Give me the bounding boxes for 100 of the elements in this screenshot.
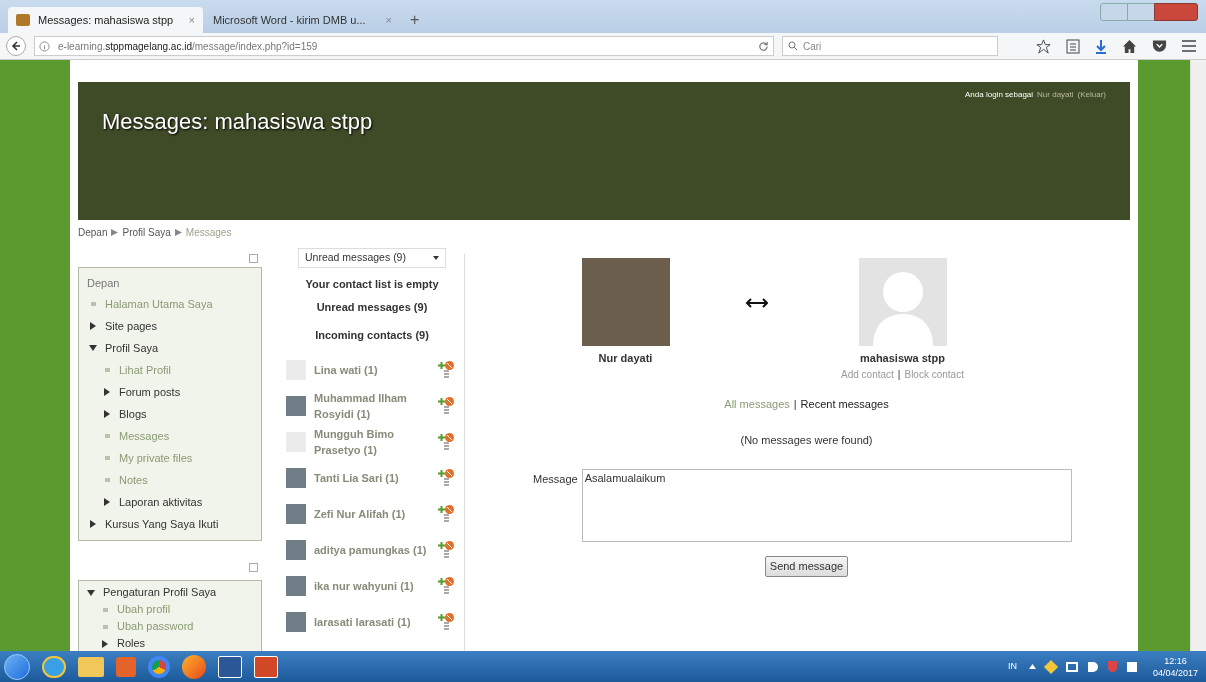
browser-tab[interactable]: Messages: mahasiswa stpp × bbox=[8, 7, 203, 33]
breadcrumb-link[interactable]: Profil Saya bbox=[122, 224, 171, 240]
nav-link[interactable]: Ubah password bbox=[117, 618, 194, 635]
nav-link[interactable]: Notes bbox=[119, 469, 148, 491]
add-icon[interactable] bbox=[438, 578, 445, 585]
browser-tab[interactable]: Microsoft Word - kirim DMB u... × bbox=[205, 7, 400, 33]
block-icon[interactable] bbox=[445, 577, 454, 586]
block-icon[interactable] bbox=[445, 397, 454, 406]
nav-link[interactable]: Lihat Profil bbox=[119, 359, 171, 381]
history-icon[interactable] bbox=[443, 370, 449, 378]
reading-list-icon[interactable] bbox=[1066, 38, 1080, 54]
contact-link[interactable]: Zefi Nur Alifah (1) bbox=[314, 505, 430, 522]
star-icon[interactable] bbox=[1036, 38, 1051, 54]
view-link[interactable]: Recent messages bbox=[800, 395, 889, 412]
start-orb-icon[interactable] bbox=[4, 653, 30, 680]
history-icon[interactable] bbox=[443, 442, 449, 450]
nav-branch[interactable]: Pengaturan Profil Saya bbox=[103, 584, 217, 601]
collapsed-triangle-icon[interactable] bbox=[103, 498, 111, 506]
add-icon[interactable] bbox=[438, 614, 445, 621]
contact-link[interactable]: Muhammad Ilham Rosyidi (1) bbox=[314, 389, 430, 422]
breadcrumb-link[interactable]: Depan bbox=[78, 224, 108, 240]
block-contact-link[interactable]: Block contact bbox=[904, 366, 964, 382]
nav-link[interactable]: My private files bbox=[119, 447, 193, 469]
view-link[interactable]: All messages bbox=[724, 395, 790, 412]
message-input[interactable]: Asalamualaikum bbox=[581, 468, 1072, 542]
collapsed-triangle-icon[interactable] bbox=[89, 520, 97, 528]
close-icon[interactable]: × bbox=[188, 11, 195, 29]
send-message-button[interactable]: Send message bbox=[764, 555, 849, 577]
nav-branch[interactable]: Kursus Yang Saya Ikuti bbox=[105, 513, 219, 535]
nav-branch[interactable]: Roles bbox=[117, 635, 146, 651]
pocket-icon[interactable] bbox=[1152, 39, 1167, 53]
collapsed-triangle-icon[interactable] bbox=[103, 388, 111, 396]
view-dropdown[interactable]: Unread messages (9) bbox=[298, 248, 446, 268]
expanded-triangle-icon[interactable] bbox=[89, 344, 97, 352]
maximize-button[interactable] bbox=[1128, 3, 1154, 21]
nav-link[interactable]: Halaman Utama Saya bbox=[105, 293, 213, 315]
add-contact-link[interactable]: Add contact bbox=[841, 366, 894, 382]
minimize-button[interactable] bbox=[1100, 3, 1128, 21]
home-icon[interactable] bbox=[1122, 38, 1137, 54]
block-icon[interactable] bbox=[445, 469, 454, 478]
nav-link[interactable]: Ubah profil bbox=[117, 601, 171, 618]
block-icon[interactable] bbox=[445, 505, 454, 514]
nav-link[interactable]: Messages bbox=[119, 425, 170, 447]
folder-icon[interactable] bbox=[78, 656, 104, 677]
reload-icon[interactable] bbox=[758, 40, 769, 52]
photo-placeholder bbox=[286, 467, 306, 488]
empty-contacts-text: Your contact list is empty bbox=[305, 277, 439, 292]
block-icon[interactable] bbox=[445, 541, 454, 550]
history-icon[interactable] bbox=[443, 478, 449, 486]
history-icon[interactable] bbox=[443, 622, 449, 630]
back-button[interactable] bbox=[6, 36, 26, 56]
contact-link[interactable]: Lina wati (1) bbox=[314, 361, 430, 378]
address-bar[interactable]: e-learning.stppmagelang.ac.id/message/index.php?id=159 bbox=[34, 36, 774, 56]
collapse-block-icon[interactable] bbox=[249, 563, 258, 572]
photo-placeholder bbox=[286, 611, 306, 632]
add-icon[interactable] bbox=[438, 542, 445, 549]
breadcrumb-link[interactable]: Messages bbox=[185, 224, 232, 240]
history-icon[interactable] bbox=[443, 514, 449, 522]
add-icon[interactable] bbox=[438, 362, 445, 369]
section-heading: Unread messages (9) bbox=[316, 299, 428, 315]
nav-branch[interactable]: Site pages bbox=[105, 315, 157, 337]
nav-branch[interactable]: Laporan aktivitas bbox=[119, 491, 203, 513]
close-icon[interactable]: × bbox=[385, 11, 392, 29]
history-icon[interactable] bbox=[443, 406, 449, 414]
bullet-icon bbox=[103, 607, 108, 612]
scrollbar[interactable] bbox=[1190, 60, 1206, 651]
search-field[interactable]: Cari bbox=[782, 36, 998, 56]
add-icon[interactable] bbox=[438, 470, 445, 477]
nav-branch[interactable]: Blogs bbox=[119, 403, 147, 425]
contact-link[interactable]: larasati larasati (1) bbox=[314, 613, 430, 630]
collapsed-triangle-icon[interactable] bbox=[103, 410, 111, 418]
section-heading: Incoming contacts (9) bbox=[315, 328, 429, 343]
caret-up-icon[interactable] bbox=[1028, 664, 1036, 669]
new-tab-button[interactable]: + bbox=[402, 7, 428, 33]
history-icon[interactable] bbox=[443, 586, 449, 594]
add-icon[interactable] bbox=[438, 434, 445, 441]
collapsed-triangle-icon[interactable] bbox=[89, 322, 97, 330]
logout-link[interactable]: (Keluar) bbox=[1077, 89, 1106, 101]
menu-icon[interactable] bbox=[1182, 40, 1196, 52]
history-icon[interactable] bbox=[443, 550, 449, 558]
block-icon[interactable] bbox=[445, 613, 454, 622]
nav-branch[interactable]: Forum posts bbox=[119, 381, 181, 403]
contact-link[interactable]: ika nur wahyuni (1) bbox=[314, 577, 430, 594]
language-indicator[interactable]: IN bbox=[1007, 659, 1017, 674]
nav-branch[interactable]: Profil Saya bbox=[105, 337, 159, 359]
add-icon[interactable] bbox=[438, 398, 445, 405]
add-icon[interactable] bbox=[438, 506, 445, 513]
bullet-icon bbox=[105, 434, 110, 438]
double-arrow-icon bbox=[745, 298, 768, 308]
expanded-triangle-icon[interactable] bbox=[87, 588, 95, 597]
block-icon[interactable] bbox=[445, 361, 454, 370]
contact-link[interactable]: aditya pamungkas (1) bbox=[314, 541, 430, 558]
contact-link[interactable]: Mungguh Bimo Prasetyo (1) bbox=[314, 425, 430, 458]
nav-root-link[interactable]: Depan bbox=[87, 273, 253, 293]
user-link[interactable]: Nur dayati bbox=[1037, 89, 1074, 101]
download-icon[interactable] bbox=[1095, 38, 1107, 54]
collapsed-triangle-icon[interactable] bbox=[101, 639, 109, 648]
contact-link[interactable]: Tanti Lia Sari (1) bbox=[314, 469, 430, 486]
block-icon[interactable] bbox=[445, 433, 454, 442]
collapse-block-icon[interactable] bbox=[249, 254, 258, 263]
